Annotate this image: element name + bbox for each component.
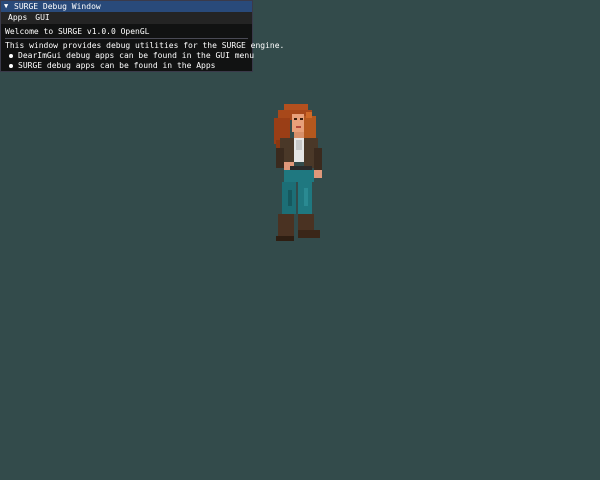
bullet-text: DearImGui debug apps can be found in the… [18, 51, 255, 60]
window-content: Welcome to SURGE v1.0.0 OpenGL This wind… [1, 24, 285, 71]
separator [5, 38, 248, 39]
character-sprite [274, 104, 322, 241]
menu-apps[interactable]: Apps [4, 12, 31, 24]
welcome-text: Welcome to SURGE v1.0.0 OpenGL [5, 27, 150, 36]
menu-bar: Apps GUI [1, 12, 252, 24]
bullet-icon [9, 64, 13, 68]
description-text: This window provides debug utilities for… [5, 41, 285, 50]
collapse-triangle-icon[interactable]: ▼ [4, 1, 14, 12]
bullet-icon [9, 54, 13, 58]
window-titlebar[interactable]: ▼ SURGE Debug Window [1, 1, 252, 12]
bullet-item: DearImGui debug apps can be found in the… [5, 51, 254, 61]
menu-gui[interactable]: GUI [31, 12, 53, 24]
render-viewport: ▼ SURGE Debug Window Apps GUI Welcome to… [0, 0, 600, 480]
window-title: SURGE Debug Window [14, 2, 101, 11]
bullet-text: SURGE debug apps can be found in the App… [18, 61, 216, 70]
bullet-item: SURGE debug apps can be found in the App… [5, 61, 248, 71]
debug-window[interactable]: ▼ SURGE Debug Window Apps GUI Welcome to… [0, 0, 285, 72]
